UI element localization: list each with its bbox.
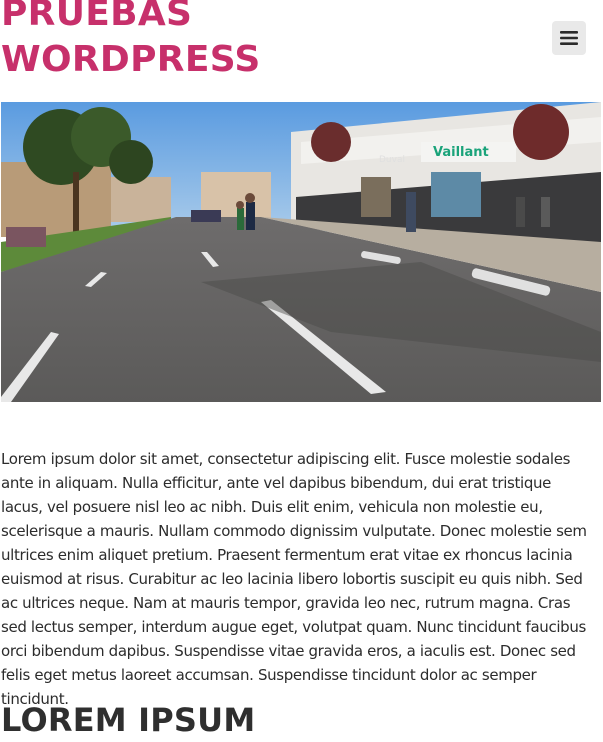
- menu-toggle-button[interactable]: [552, 21, 586, 55]
- content-paragraph: Lorem ipsum dolor sit amet, consectetur …: [1, 450, 587, 708]
- hero-image: Vaillant Duval: [1, 102, 601, 402]
- street-race-photo: Vaillant Duval: [1, 102, 601, 402]
- site-title-line-1[interactable]: PRUEBAS: [1, 0, 192, 34]
- vaillant-sign: Vaillant: [433, 145, 489, 160]
- hamburger-menu-icon: [560, 31, 578, 45]
- site-title-line-2[interactable]: WORDPRESS: [1, 39, 261, 80]
- site-title[interactable]: PRUEBAS WORDPRESS: [1, 0, 261, 83]
- section-heading: LOREM IPSUM: [1, 701, 256, 739]
- duval-sign: Duval: [379, 155, 405, 165]
